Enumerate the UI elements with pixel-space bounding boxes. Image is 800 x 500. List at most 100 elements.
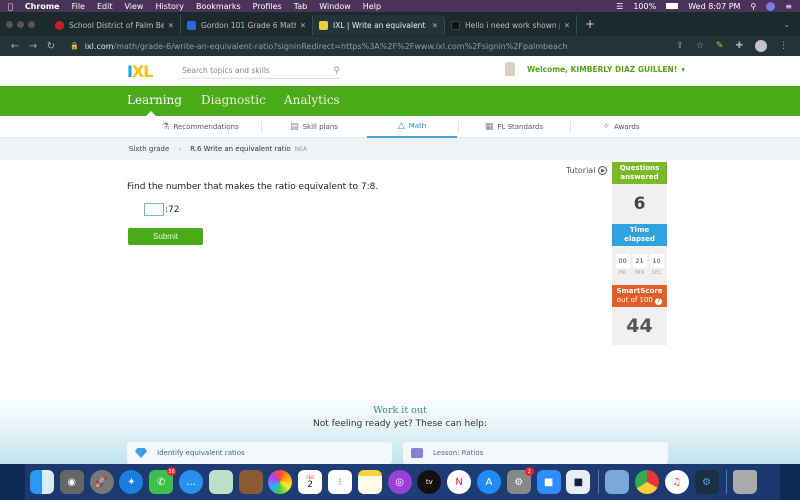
ratio-suffix: :72 [165,204,180,215]
search-input[interactable]: Search topics and skills ⚲ [178,63,340,79]
roblox-icon[interactable]: ■ [566,470,591,494]
standards-icon: ▦ [484,122,494,132]
menu-tab[interactable]: Tab [294,2,308,11]
menu-help[interactable]: Help [363,2,381,11]
safari-icon[interactable]: ✦ [119,470,144,494]
share-icon[interactable]: ⇪ [676,41,684,51]
breadcrumb-grade[interactable]: Sixth grade [129,145,169,153]
time-elapsed[interactable]: 00 HR 21 MIN 10 SEC [612,246,667,285]
close-window-button[interactable] [6,20,13,28]
close-tab-icon[interactable]: ✕ [168,21,174,30]
skill-plans-icon: ▤ [290,122,299,132]
menu-file[interactable]: File [72,2,85,11]
tab-learning[interactable]: Learning [127,93,182,107]
spotlight-search-icon[interactable]: ⚲ [750,2,756,11]
app-store-icon[interactable]: A [476,470,501,494]
zoom-window-button[interactable] [28,20,35,28]
submit-button[interactable]: Submit [128,228,203,245]
menu-profiles[interactable]: Profiles [253,2,282,11]
chrome-icon[interactable] [634,470,659,494]
contacts-icon[interactable] [238,470,263,494]
search-icon[interactable]: ⚲ [333,66,340,76]
apple-tv-icon[interactable]: tv [417,470,442,494]
reload-button[interactable]: ↻ [42,41,60,52]
wifi-icon[interactable]: ☰ [616,2,623,11]
bookmark-star-icon[interactable]: ☆ [696,41,704,51]
subtab-recommendations[interactable]: ⚗ Recommendations [140,116,260,138]
breadcrumb-separator-icon: › [178,145,182,153]
system-preferences-icon[interactable]: ⚙ 2 [506,467,534,494]
podcasts-icon[interactable]: ◎ [387,470,412,494]
tab-analytics[interactable]: Analytics [284,93,340,107]
skill-tag: NEA [294,145,308,153]
messages-icon[interactable]: … [178,470,203,494]
help-card-identify-ratios[interactable]: Identify equivalent ratios [127,442,392,464]
prefs-badge: 2 [524,467,534,476]
news-icon[interactable]: N [447,470,472,494]
photos-icon[interactable] [268,470,293,494]
extensions-puzzle-icon[interactable]: ✚ [735,41,743,51]
back-button[interactable]: ← [6,41,24,52]
menu-view[interactable]: View [124,2,143,11]
time-hours: 00 HR [615,254,630,285]
menu-edit[interactable]: Edit [97,2,113,11]
tutorial-link[interactable]: Tutorial ▶ [566,166,608,175]
preview-icon[interactable] [605,470,630,494]
breadcrumb-skill: R.6 Write an equivalent ratio [190,145,291,153]
trash-icon[interactable] [733,470,758,494]
new-tab-button[interactable]: + [585,17,595,31]
ixl-logo[interactable]: IXL [127,62,154,81]
minimize-window-button[interactable] [17,20,24,28]
tab-search-chevron-icon[interactable]: ⌄ [783,20,790,29]
subtab-fl-standards[interactable]: ▦ FL Standards [459,116,569,138]
macos-dock: ◉ 🚀 ✦ ✆ 56 … FEB 2 ⁝ ◎ tv N A ⚙ 2 ■ ■ ♫ ⚙ [25,464,780,500]
browser-tab[interactable]: Hello i need work shown pls th ✕ [445,15,577,35]
user-menu[interactable]: Welcome, KIMBERLY DIAZ GUILLEN! ▾ [505,62,685,76]
browser-tab-active[interactable]: IXL | Write an equivalent ratio ✕ [313,15,445,35]
time-seconds: 10 SEC [649,254,664,285]
answer-row: :72 [144,203,179,216]
apple-menu-icon[interactable]:  [8,2,13,11]
menu-window[interactable]: Window [319,2,351,11]
subtab-awards[interactable]: ✧ Awards [571,116,671,138]
close-tab-icon[interactable]: ✕ [432,21,438,30]
subtab-skill-plans[interactable]: ▤ Skill plans [262,116,366,138]
browser-tab[interactable]: Gordon 101 Grade 6 Math 2021 ✕ [181,15,313,35]
finder-icon[interactable] [30,470,54,494]
school-district-favicon-icon [55,20,64,30]
user-avatar [505,62,515,76]
answer-input[interactable] [144,203,164,216]
help-card-lesson-ratios[interactable]: Lesson: Ratios [403,442,668,464]
menu-bookmarks[interactable]: Bookmarks [196,2,241,11]
calendar-icon[interactable]: FEB 2 [298,470,323,494]
window-controls [6,20,35,28]
launchpad-icon[interactable]: 🚀 [89,470,114,494]
questions-answered-count: 6 [612,184,667,224]
help-icon[interactable]: ? [655,298,663,305]
music-icon[interactable]: ♫ [664,470,689,494]
menu-chrome[interactable]: Chrome [25,2,60,11]
url-field[interactable]: 🔒 ixl.com/math/grade-6/write-an-equivale… [70,42,676,51]
subtab-math[interactable]: △ Math [367,116,457,138]
facetime-icon[interactable]: ✆ 56 [149,467,177,494]
menu-history[interactable]: History [155,2,183,11]
notes-icon[interactable] [357,470,382,494]
forward-button[interactable]: → [24,41,42,52]
clock[interactable]: Wed 8:07 PM [688,2,740,11]
zoom-icon[interactable]: ■ [536,470,561,494]
extension-pencil-icon[interactable]: ✎ [716,41,724,51]
profile-avatar[interactable] [755,40,767,52]
chrome-menu-icon[interactable]: ⋮ [779,41,788,51]
maps-icon[interactable] [208,470,233,494]
close-tab-icon[interactable]: ✕ [300,21,306,30]
siri-icon[interactable] [766,1,776,11]
settings-gear-icon[interactable]: ⚙ [694,470,719,494]
battery-icon[interactable] [666,3,679,9]
tab-diagnostic[interactable]: Diagnostic [201,93,266,107]
screenshot-icon[interactable]: ◉ [59,470,84,494]
close-tab-icon[interactable]: ✕ [564,21,570,30]
browser-tab[interactable]: School District of Palm Beach ✕ [49,15,181,35]
reminders-icon[interactable]: ⁝ [327,470,352,494]
control-center-icon[interactable]: ≡ [785,2,792,11]
lesson-icon [411,448,423,458]
